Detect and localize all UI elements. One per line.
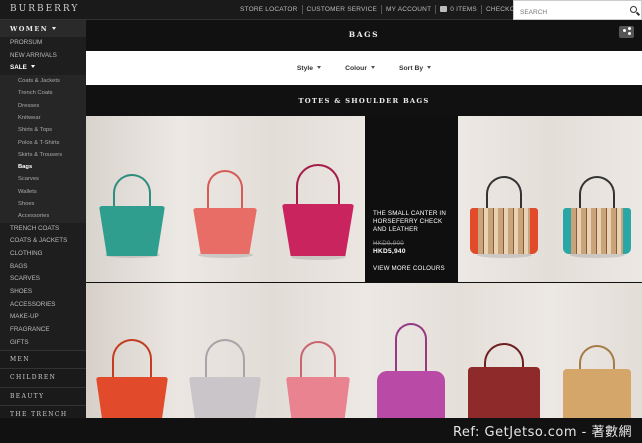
store-locator-link[interactable]: STORE LOCATOR: [236, 5, 303, 14]
product-image: [563, 208, 631, 254]
filter-colour[interactable]: Colour: [345, 65, 375, 72]
filter-style-label: Style: [296, 64, 314, 72]
shopping-bag-link[interactable]: 0 ITEMS: [436, 5, 482, 14]
chevron-down-icon: [427, 65, 432, 69]
search-box: [513, 0, 642, 22]
sidebar-item-gifts[interactable]: GIFTS: [0, 337, 86, 350]
product-tile[interactable]: [551, 116, 642, 282]
sidebar-subitem-accessories[interactable]: Accessories: [0, 210, 86, 223]
sidebar-subitem-dresses[interactable]: Dresses: [0, 99, 86, 112]
sidebar-subitem-polos-tshirts[interactable]: Polos & T-Shirts: [0, 136, 86, 149]
product-image: [99, 206, 165, 256]
sidebar-subitem-scarves[interactable]: Scarves: [0, 173, 86, 186]
sidebar-category-children[interactable]: CHILDREN: [0, 368, 86, 387]
filter-sort-by[interactable]: Sort By: [398, 64, 432, 72]
sidebar-subitem-wallets[interactable]: Wallets: [0, 185, 86, 199]
sidebar-subitem-trench-coats[interactable]: Trench Coats: [0, 87, 86, 100]
sidebar-item-coats-jackets[interactable]: COATS & JACKETS: [0, 235, 86, 248]
sidebar-header-women[interactable]: WOMEN: [0, 20, 86, 37]
sidebar-item-fragrance[interactable]: FRAGRANCE: [0, 324, 86, 337]
sidebar-item-new-arrivals[interactable]: NEW ARRIVALS: [0, 50, 86, 63]
sidebar-item-clothing[interactable]: CLOTHING: [0, 248, 86, 261]
search-icon[interactable]: [630, 6, 637, 13]
product-sale-price: HKD5,940: [373, 248, 406, 255]
product-tile-featured[interactable]: THE SMALL CANTER IN HORSEFERRY CHECK AND…: [365, 116, 458, 282]
chevron-down-icon: [30, 65, 35, 69]
sidebar-item-accessories[interactable]: ACCESSORIES: [0, 299, 86, 312]
sidebar-subitem-shirts-tops[interactable]: Shirts & Tops: [0, 124, 86, 137]
view-more-colours-link[interactable]: VIEW MORE COLOURS: [373, 265, 445, 272]
sidebar-item-shoes[interactable]: SHOES: [0, 286, 86, 299]
shopping-bag-icon: [440, 6, 448, 12]
product-image: [470, 208, 538, 254]
sidebar-item-trench-coats[interactable]: TRENCH COATS: [0, 223, 86, 236]
top-bar: BURBERRY STORE LOCATOR CUSTOMER SERVICE …: [0, 0, 642, 22]
filter-colour-label: Colour: [345, 64, 367, 72]
main-content: BAGS Style Colour Sort By TOTES & SHOULD…: [86, 20, 642, 443]
filter-bar: Style Colour Sort By: [86, 51, 642, 85]
top-nav: STORE LOCATOR CUSTOMER SERVICE MY ACCOUN…: [236, 5, 528, 14]
sidebar-subitem-skirts-trousers[interactable]: Skirts & Trousers: [0, 148, 86, 162]
chevron-down-icon: [52, 27, 57, 30]
product-name: THE SMALL CANTER IN HORSEFERRY CHECK AND…: [373, 210, 447, 233]
sidebar-item-bags[interactable]: BAGS: [0, 261, 86, 274]
filter-style[interactable]: Style: [296, 64, 322, 72]
sidebar-header-label: WOMEN: [10, 25, 49, 33]
sidebar-category-the-trench[interactable]: THE TRENCH: [0, 405, 86, 418]
customer-service-link[interactable]: CUSTOMER SERVICE: [303, 5, 383, 14]
footer: Ref: GetJetso.com - 著數網: [0, 418, 642, 443]
filter-sort-by-label: Sort By: [398, 64, 424, 72]
product-tile[interactable]: [272, 116, 365, 282]
product-grid: THE SMALL CANTER IN HORSEFERRY CHECK AND…: [86, 116, 642, 443]
search-input[interactable]: [514, 3, 624, 22]
my-account-link[interactable]: MY ACCOUNT: [382, 5, 437, 14]
watermark: Ref: GetJetso.com - 著數網: [452, 425, 632, 440]
product-old-price: HKD9,900: [373, 240, 404, 247]
sidebar-item-sale[interactable]: SALE: [0, 62, 86, 75]
sidebar-subitem-coats-jackets[interactable]: Coats & Jackets: [0, 75, 86, 88]
sidebar-subitem-bags[interactable]: Bags: [0, 161, 86, 174]
sidebar-item-scarves[interactable]: SCARVES: [0, 273, 86, 286]
sidebar-item-prorsum[interactable]: PRORSUM: [0, 37, 86, 50]
sidebar-item-sale-label: SALE: [10, 64, 27, 72]
sidebar-category-men[interactable]: MEN: [0, 349, 86, 368]
sidebar: WOMEN PRORSUM NEW ARRIVALS SALE Coats & …: [0, 20, 86, 418]
page-title: BAGS: [348, 30, 380, 39]
share-icon[interactable]: [619, 26, 634, 38]
sidebar-subitem-shoes[interactable]: Shoes: [0, 198, 86, 211]
product-tile[interactable]: [179, 116, 272, 282]
product-tile[interactable]: [86, 116, 179, 282]
sidebar-subitem-knitwear[interactable]: Knitwear: [0, 111, 86, 125]
chevron-down-icon: [317, 65, 322, 69]
chevron-down-icon: [370, 65, 375, 69]
brand-logo[interactable]: BURBERRY: [10, 4, 79, 14]
product-image: [282, 204, 354, 256]
section-title: TOTES & SHOULDER BAGS: [298, 97, 430, 105]
sidebar-category-beauty[interactable]: BEAUTY: [0, 386, 86, 405]
product-image: [193, 208, 257, 254]
sidebar-item-make-up[interactable]: MAKE-UP: [0, 311, 86, 324]
bag-count: 0 ITEMS: [450, 6, 477, 13]
product-tile[interactable]: [458, 116, 551, 282]
